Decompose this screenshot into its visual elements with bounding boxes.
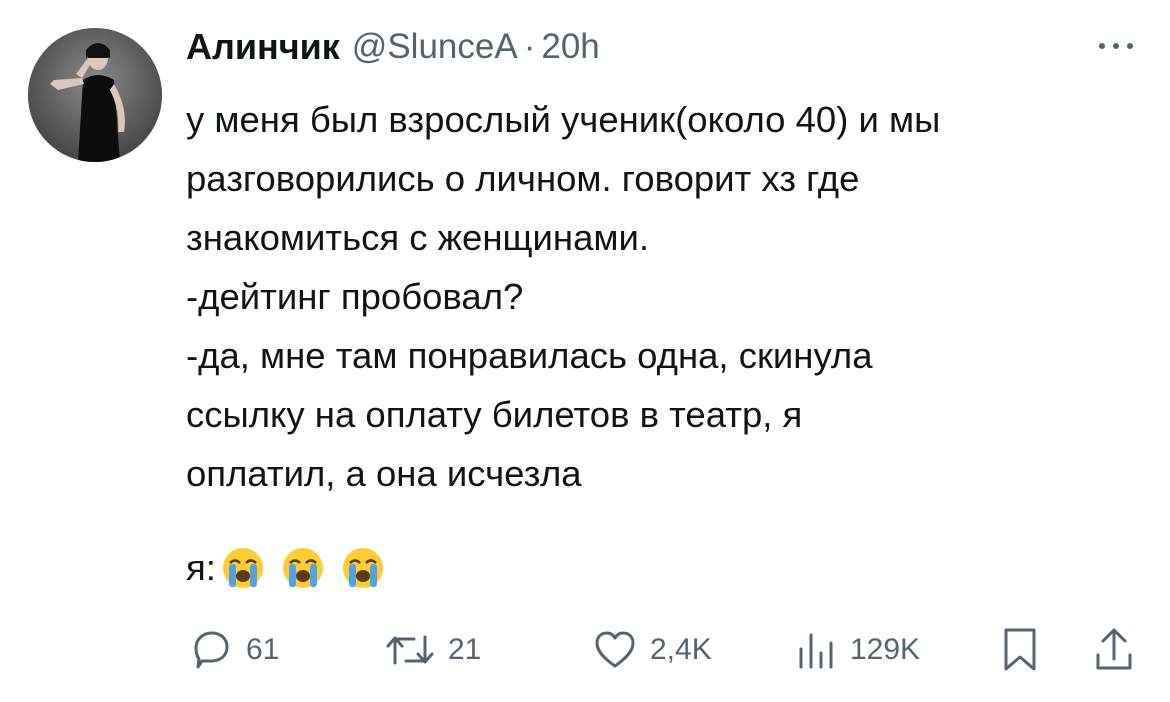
- views-button[interactable]: 129K: [792, 620, 920, 680]
- display-name[interactable]: Алинчик: [186, 26, 340, 68]
- retweet-button[interactable]: 21: [384, 620, 481, 680]
- reply-button[interactable]: 61: [188, 620, 279, 680]
- tweet-text: у меня был взрослый ученик(около 40) и м…: [186, 90, 1146, 503]
- tweet-header: Алинчик @SlunceA · 20h: [186, 22, 600, 72]
- action-bar: 61 21 2,4K 129K: [0, 620, 1170, 680]
- tweet-text-line: ссылку на оплату билетов в театр, я: [186, 394, 803, 435]
- bookmark-button[interactable]: [998, 620, 1042, 680]
- share-upload-icon: [1096, 628, 1132, 670]
- tweet-text-line: -да, мне там понравилась одна, скинула: [186, 335, 873, 376]
- avatar[interactable]: [28, 28, 162, 162]
- separator-dot: ·: [523, 27, 536, 66]
- tweet-text-line: -дейтинг пробовал?: [186, 276, 524, 317]
- tweet-text-line: оплатил, а она исчезла: [186, 453, 582, 494]
- like-button[interactable]: 2,4K: [592, 620, 712, 680]
- views-count: 129K: [850, 633, 921, 666]
- retweet-arrows-icon: [386, 635, 434, 665]
- like-count: 2,4K: [650, 633, 712, 666]
- loudly-crying-face-icon: [342, 548, 383, 588]
- loudly-crying-face-icon: [282, 548, 323, 588]
- heart-icon: [595, 631, 635, 668]
- tweet[interactable]: Алинчик @SlunceA · 20h у меня был взросл…: [0, 0, 1170, 702]
- timestamp[interactable]: 20h: [541, 27, 599, 67]
- reply-count: 61: [246, 633, 280, 666]
- bar-chart-icon: [799, 633, 833, 669]
- bookmark-icon: [1004, 628, 1036, 671]
- share-button[interactable]: [1092, 620, 1136, 680]
- reaction-line: я:: [186, 538, 400, 598]
- loudly-crying-face-icon: [222, 548, 263, 588]
- retweet-count: 21: [448, 633, 482, 666]
- speech-bubble-icon: [194, 631, 229, 669]
- tweet-text-line: знакомиться с женщинами.: [186, 217, 650, 258]
- tweet-text-line: у меня был взрослый ученик(около 40) и м…: [186, 99, 941, 140]
- user-handle[interactable]: @SlunceA: [352, 27, 518, 67]
- tweet-text-line: разговорились о личном. говорит хз где: [186, 158, 860, 199]
- more-dots-icon[interactable]: [1094, 34, 1138, 58]
- avatar-photo: [28, 28, 162, 162]
- reaction-label: я:: [186, 547, 216, 588]
